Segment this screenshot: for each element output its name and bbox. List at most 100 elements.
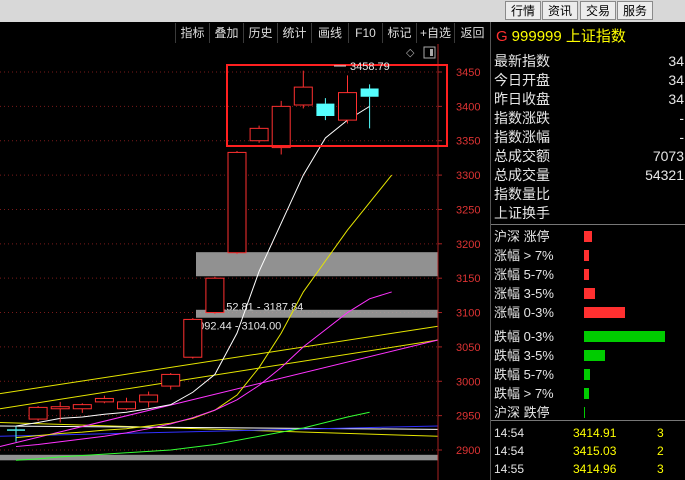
info-value: 34 (668, 72, 684, 88)
trend-line (0, 339, 439, 410)
breadth-row: 涨幅 > 7% (491, 246, 685, 265)
breadth-row: 跌幅 > 7% (491, 384, 685, 403)
tick-time: 14:55 (494, 462, 525, 476)
info-label: 指数涨幅 (494, 129, 550, 145)
tick-row: 14:54 3415.03 2 (491, 442, 685, 460)
candle (50, 406, 70, 410)
toolbar-statistics-button[interactable]: 统计 (277, 23, 311, 43)
toolbar-f10-button[interactable]: F10 (348, 23, 382, 43)
menu-news-button[interactable]: 资讯 (542, 1, 579, 20)
breadth-label: 跌幅 3-5% (494, 348, 554, 363)
breadth-bar (584, 407, 585, 418)
moving-average-line (15, 174, 393, 439)
info-row: 上证换手 (491, 204, 685, 223)
info-row: 指数涨跌 - (491, 109, 685, 128)
toolbar-draw-line-button[interactable]: 画线 (311, 23, 348, 43)
y-tick-label: 3200 (456, 239, 480, 251)
tick-row: 14:55 3414.96 3 (491, 460, 685, 478)
candle (338, 92, 357, 121)
breadth-row: 跌幅 3-5% (491, 346, 685, 365)
toolbar-add-favorite-button[interactable]: +自选 (416, 23, 454, 43)
breadth-row: 涨幅 0-3% (491, 303, 685, 322)
trend-line (0, 325, 439, 395)
tick-time: 14:54 (494, 426, 525, 440)
breadth-label: 跌幅 > 7% (494, 386, 554, 401)
candle (117, 401, 136, 410)
breadth-label: 沪深 涨停 (494, 229, 550, 244)
info-row: 最新指数 34 (491, 52, 685, 71)
breadth-label: 跌幅 5-7% (494, 367, 554, 382)
panel-divider (491, 420, 685, 421)
diamond-icon[interactable]: ◇ (406, 46, 415, 59)
trend-line (0, 422, 439, 437)
info-label: 上证换手 (494, 205, 550, 221)
y-tick-label: 2950 (456, 411, 480, 423)
toolbar-overlay-button[interactable]: 叠加 (209, 23, 243, 43)
breadth-bar (584, 269, 589, 280)
y-tick-label: 3350 (456, 136, 480, 148)
breadth-bar (584, 350, 605, 361)
y-tick-label: 3300 (456, 170, 480, 182)
toolbar-history-button[interactable]: 历史 (243, 23, 277, 43)
info-row: 总成交额 7073 (491, 147, 685, 166)
breadth-bar (584, 250, 589, 261)
y-tick-label: 3250 (456, 204, 480, 216)
info-label: 昨日收盘 (494, 91, 550, 107)
candle (7, 429, 25, 431)
menu-service-button[interactable]: 服务 (617, 1, 654, 20)
candle (205, 277, 225, 314)
candle (249, 127, 269, 142)
candle (139, 394, 159, 403)
y-tick-label: 3150 (456, 273, 480, 285)
y-tick-label: 3100 (456, 308, 480, 320)
info-row: 总成交量 54321 (491, 166, 685, 185)
info-row: 今日开盘 34 (491, 71, 685, 90)
toolbar-mark-button[interactable]: 标记 (382, 23, 416, 43)
tick-time: 14:54 (494, 444, 525, 458)
breadth-label: 涨幅 0-3% (494, 305, 554, 320)
info-value: 7073 (652, 148, 684, 164)
menu-trade-button[interactable]: 交易 (580, 1, 617, 20)
window-toggle-icon[interactable] (423, 46, 436, 59)
toolbar-indicator-button[interactable]: 指标 (175, 23, 209, 43)
menu-quotes-button[interactable]: 行情 (505, 1, 542, 20)
candle (360, 88, 379, 97)
quote-info-panel: G 999999 上证指数 最新指数 34 今日开盘 34 昨日收盘 34 指数涨跌 - 指数涨幅… (490, 22, 685, 480)
info-row: 指数涨幅 - (491, 128, 685, 147)
breadth-bar (584, 331, 665, 342)
info-label: 指数量比 (494, 186, 550, 202)
candle (271, 105, 291, 149)
info-value: 34 (668, 53, 684, 69)
info-label: 总成交额 (494, 148, 550, 164)
breadth-row: 涨幅 5-7% (491, 265, 685, 284)
candlestick-chart[interactable]: 3152.81 - 3187.843092.44 - 3104.00 29002… (0, 44, 490, 480)
breadth-label: 涨幅 > 7% (494, 248, 554, 263)
breadth-label: 跌幅 0-3% (494, 329, 554, 344)
top-menu-bar: 行情 资讯 交易 服务 (0, 0, 685, 23)
info-row: 指数量比 (491, 185, 685, 204)
y-tick-label: 3450 (456, 67, 480, 79)
breadth-row: 沪深 涨停 (491, 227, 685, 246)
candle (316, 103, 335, 116)
info-label: 总成交量 (494, 167, 550, 183)
y-tick-label: 2900 (456, 445, 480, 457)
candle (227, 151, 247, 254)
toolbar-back-button[interactable]: 返回 (454, 23, 490, 43)
info-label: 指数涨跌 (494, 110, 550, 126)
breadth-row: 涨幅 3-5% (491, 284, 685, 303)
candle (72, 404, 92, 410)
breadth-row: 跌幅 5-7% (491, 365, 685, 384)
tick-volume: 3 (657, 462, 664, 476)
info-value: - (679, 110, 684, 126)
gap-band (196, 309, 438, 318)
tick-row: 14:54 3414.91 3 (491, 424, 685, 442)
y-tick-label: 3050 (456, 342, 480, 354)
breadth-bar (584, 231, 592, 242)
breadth-bar (584, 288, 595, 299)
info-label: 最新指数 (494, 53, 550, 69)
breadth-row: 跌幅 0-3% (491, 327, 685, 346)
tick-volume: 3 (657, 426, 664, 440)
y-tick-label: 3400 (456, 101, 480, 113)
stock-header: G 999999 上证指数 (491, 24, 685, 50)
info-value: - (679, 129, 684, 145)
